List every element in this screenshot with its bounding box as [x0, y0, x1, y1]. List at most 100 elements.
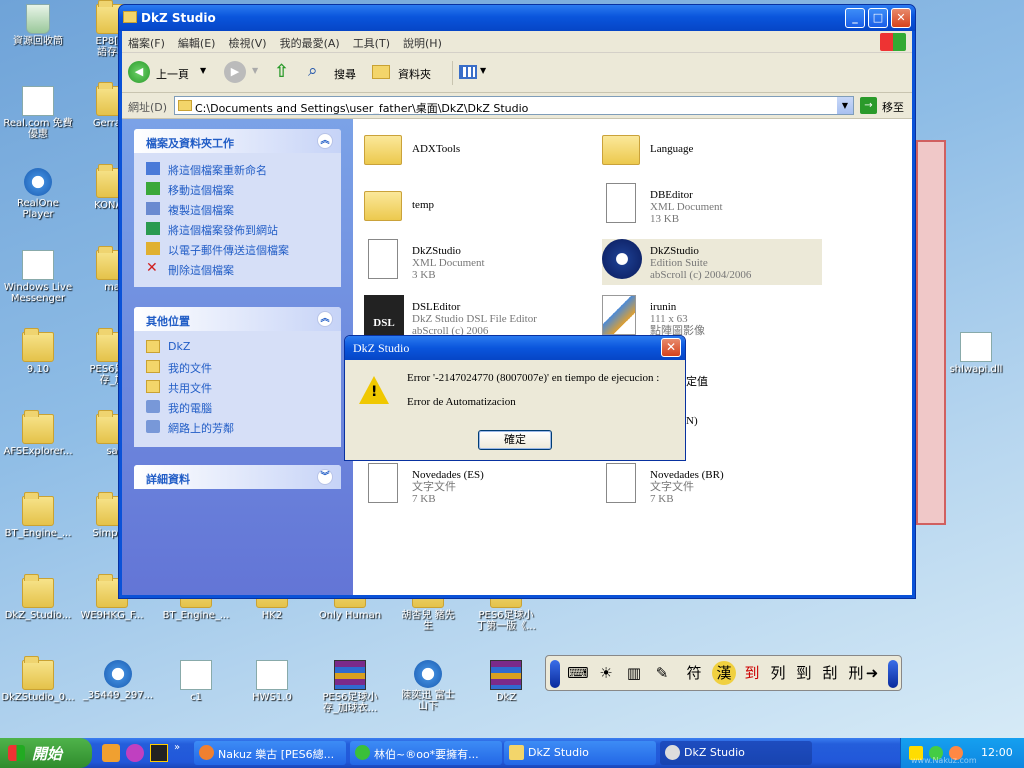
minimize-button[interactable]: _ — [845, 8, 865, 28]
watermark: www.Nakuz.com — [911, 756, 977, 765]
taskbar-button[interactable]: DkZ Studio — [504, 741, 656, 765]
ime-char-button[interactable]: 刮 — [818, 661, 842, 685]
file-item[interactable]: DkZStudio Edition Suite abScroll (c) 2004/… — [602, 239, 822, 285]
address-input[interactable]: C:\Documents and Settings\user_father\桌面… — [174, 96, 854, 115]
menu-item[interactable]: 我的最愛(A) — [280, 37, 340, 50]
start-button[interactable]: 開始 — [0, 738, 92, 768]
task-link[interactable]: 將這個檔案發佈到網站 — [134, 219, 341, 239]
desktop-icon[interactable]: RealOne Player — [0, 168, 76, 220]
archive-icon — [490, 660, 522, 690]
desktop-icon[interactable]: DkZStudio_0... — [0, 656, 76, 703]
ime-char-button[interactable]: 符 — [682, 661, 706, 685]
file-item[interactable]: Novedades (ES) 文字文件 7 KB — [364, 463, 584, 509]
ime-handle-right[interactable] — [888, 660, 898, 688]
other-places-header[interactable]: 其他位置 ︽ — [134, 307, 341, 331]
desktop-icon-label: DkZ_Studio... — [4, 610, 72, 621]
app-icon[interactable] — [102, 744, 120, 762]
go-button[interactable]: → 移至 — [860, 97, 912, 115]
file-type: XML Document — [650, 201, 723, 213]
desktop-icon[interactable]: DkZ_Studio... — [0, 574, 76, 621]
desktop-icon[interactable]: HWS1.0 — [234, 660, 310, 703]
desktop-icon-label: BT_Engine_... — [4, 528, 72, 539]
chat-icon — [355, 745, 370, 760]
app-icon[interactable] — [126, 744, 144, 762]
taskbar-button[interactable]: DkZ Studio — [660, 741, 812, 765]
desktop-icon[interactable]: PES6足球小 存_加球衣... — [312, 660, 388, 714]
menu-item[interactable]: 檔案(F) — [128, 37, 165, 50]
menu-item[interactable]: 工具(T) — [353, 37, 390, 50]
task-link[interactable]: 移動這個檔案 — [134, 179, 341, 199]
desktop-icon[interactable]: c1 — [158, 660, 234, 703]
desktop-icon[interactable]: AFSExplorer... — [0, 410, 76, 457]
desktop-icon[interactable]: _35449_297... — [80, 660, 156, 701]
place-link[interactable]: 共用文件 — [134, 377, 341, 397]
desktop-icon[interactable]: Windows Live Messenger — [0, 250, 76, 304]
desktop-icon[interactable]: shlwapi.dll — [938, 332, 1014, 375]
pen-icon[interactable]: ✎ — [650, 661, 674, 685]
folder-icon — [364, 191, 402, 221]
details-header[interactable]: 詳細資料 ︾ — [134, 465, 341, 489]
collapse-icon[interactable]: ︽ — [317, 133, 333, 149]
task-link[interactable]: ✕ 刪除這個檔案 — [134, 259, 341, 279]
chevron-right-icon[interactable]: » — [174, 742, 180, 753]
place-link[interactable]: 我的文件 — [134, 357, 341, 377]
expand-icon[interactable]: ︾ — [317, 469, 333, 485]
keyboard-icon[interactable]: ⌨ — [566, 661, 590, 685]
task-link[interactable]: 複製這個檔案 — [134, 199, 341, 219]
desktop-icon[interactable]: Real.com 免費 優惠 — [0, 86, 76, 140]
file-type: DkZ Studio DSL File Editor — [412, 313, 537, 325]
desktop-icon-label: sa — [106, 446, 118, 457]
ime-char-button[interactable]: 到 — [740, 661, 764, 685]
task-link-label: 將這個檔案發佈到網站 — [168, 224, 278, 237]
file-item[interactable]: ADXTools — [364, 127, 584, 173]
place-link[interactable]: DkZ — [134, 337, 341, 357]
folder-icon — [602, 135, 640, 165]
close-button[interactable]: ✕ — [891, 8, 911, 28]
ime-char-button[interactable]: 列 — [766, 661, 790, 685]
menu-item[interactable]: 說明(H) — [403, 37, 442, 50]
chevron-down-icon[interactable]: ▼ — [200, 66, 206, 75]
desktop-icon[interactable]: BT_Engine_... — [0, 492, 76, 539]
desktop-icon[interactable]: 資源回收筒 — [0, 4, 76, 47]
ime-char-button[interactable]: 剄 — [792, 661, 816, 685]
taskbar-button[interactable]: 林伯~®oo*要擁有... — [350, 741, 502, 765]
file-item[interactable]: Language — [602, 127, 822, 173]
desktop-icon[interactable]: DkZ — [468, 660, 544, 703]
folders-button[interactable]: 資料夾 — [372, 61, 442, 85]
place-link[interactable]: 我的電腦 — [134, 397, 341, 417]
file-item[interactable]: Novedades (BR) 文字文件 7 KB — [602, 463, 822, 509]
ime-char-button[interactable]: 刑 — [844, 661, 868, 685]
place-link[interactable]: 網路上的芳鄰 — [134, 417, 341, 437]
desktop-icon[interactable]: 9.10 — [0, 328, 76, 375]
back-button[interactable]: ◀ 上一頁 ▼ — [128, 61, 212, 85]
views-button[interactable]: ▼ — [452, 61, 486, 85]
file-item[interactable]: temp — [364, 183, 584, 229]
ime-handle-left[interactable] — [550, 660, 560, 688]
maximize-button[interactable]: □ — [868, 8, 888, 28]
file-item[interactable]: DBEditor XML Document 13 KB — [602, 183, 822, 229]
task-link[interactable]: 將這個檔案重新命名 — [134, 159, 341, 179]
app-icon[interactable] — [150, 744, 168, 762]
search-button[interactable]: ⌕ 搜尋 — [308, 61, 366, 85]
dialog-titlebar[interactable]: DkZ Studio ✕ — [345, 336, 685, 360]
menu-item[interactable]: 編輯(E) — [178, 37, 216, 50]
ime-char-button[interactable]: 漢 — [712, 661, 736, 685]
chevron-down-icon[interactable]: ▼ — [837, 97, 853, 114]
collapse-icon[interactable]: ︽ — [317, 311, 333, 327]
dialog-close-button[interactable]: ✕ — [661, 338, 681, 357]
ok-button[interactable]: 確定 — [478, 430, 552, 450]
file-tasks-header[interactable]: 檔案及資料夾工作 ︽ — [134, 129, 341, 153]
desktop-icon[interactable]: 陳奕迅 富士 山下 — [390, 660, 466, 712]
chart-icon[interactable]: ▥ — [622, 661, 646, 685]
forward-button[interactable]: ▶ ▼ — [224, 61, 262, 85]
task-link[interactable]: 以電子郵件傳送這個檔案 — [134, 239, 341, 259]
desktop-icon-label: Windows Live Messenger — [3, 282, 73, 304]
file-item[interactable]: DkZStudio XML Document 3 KB — [364, 239, 584, 285]
clock[interactable]: 12:00 — [981, 746, 1013, 759]
up-folder-button[interactable]: ⇧ — [272, 61, 296, 85]
explorer-titlebar[interactable]: DkZ Studio _ □ ✕ — [119, 5, 915, 31]
lightbulb-icon[interactable]: ☀ — [594, 661, 618, 685]
menu-item[interactable]: 檢視(V) — [228, 37, 266, 50]
desktop-icon-label: PES6足球小 存_加球衣... — [322, 692, 378, 714]
taskbar-button[interactable]: Nakuz 樂古 [PES6總... — [194, 741, 346, 765]
